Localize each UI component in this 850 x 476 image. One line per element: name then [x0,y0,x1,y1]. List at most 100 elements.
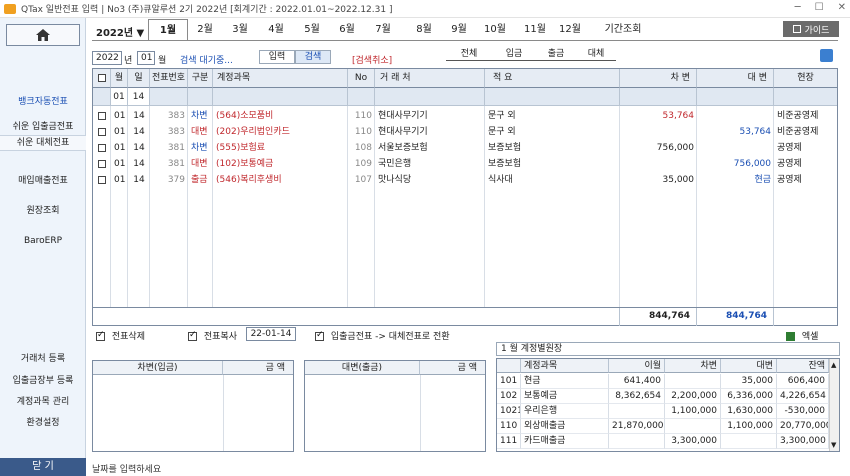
tab-month-8[interactable]: 8월 [409,19,439,41]
select-all-checkbox[interactable] [97,73,106,82]
row-checkbox[interactable] [98,127,106,136]
table-row[interactable]: 01 14 383 차변 (564)소모품비 110 현대사무기기 문구 외 5… [93,108,837,124]
input-mode-button[interactable]: 입력 [259,50,295,64]
close-window-button[interactable]: ✕ [838,2,846,13]
excel-button[interactable]: 엑셀 [786,329,818,342]
year-input[interactable]: 2022 [92,51,122,65]
guide-icon [792,25,801,33]
filter-all[interactable]: 전체 [452,46,486,59]
ledger-header-balance: 잔액 [777,359,829,373]
ledger-header-debit: 차변 [665,359,721,373]
row-checkbox[interactable] [98,111,106,120]
year-select[interactable]: 2022년 ▼ [96,24,144,39]
table-row[interactable]: 01 14 383 대변 (202)우리법인카드 110 현대사무기기 문구 외… [93,124,837,140]
sidebar-item-purchase-sales[interactable]: 매입매출전표 [0,173,86,186]
input-account-field[interactable] [213,88,348,106]
input-memo-field[interactable] [485,88,620,106]
input-voucher-field[interactable] [150,88,188,106]
header-select-all[interactable] [93,69,111,88]
ledger-scrollbar[interactable]: ▲ ▼ [829,359,839,451]
tab-month-7[interactable]: 7월 [368,19,398,41]
sidebar-item-easy-transfer[interactable]: 쉬운 대체전표 [0,135,86,151]
tab-month-12[interactable]: 12월 [553,19,587,41]
tab-month-4[interactable]: 4월 [261,19,291,41]
sidebar-item-account-mgmt[interactable]: 계정과목 관리 [0,394,86,407]
scroll-up-icon[interactable]: ▲ [831,361,836,369]
header-client-no: No [348,69,375,88]
home-button[interactable] [6,24,80,46]
maximize-button[interactable]: ☐ [815,2,824,13]
sidebar-item-settings[interactable]: 환경설정 [0,415,86,428]
filter-withdraw[interactable]: 출금 [539,46,573,59]
tab-month-5[interactable]: 5월 [297,19,327,41]
tab-month-6[interactable]: 6월 [332,19,362,41]
close-button[interactable]: 닫 기 [0,458,86,476]
table-row[interactable]: 01 14 381 대변 (102)보통예금 109 국민은행 보증보험 756… [93,156,837,172]
filter-deposit[interactable]: 입금 [497,46,531,59]
ledger-title: 1 월 계정별원장 [496,342,840,356]
tab-month-11[interactable]: 11월 [518,19,552,41]
input-debit-field[interactable] [620,88,697,106]
ledger-row[interactable]: 110 외상매출금 21,870,000 1,100,000 20,770,00… [497,419,829,434]
total-credit: 844,764 [726,311,767,321]
month-input[interactable]: 01 [137,51,155,65]
delete-voucher-checkbox[interactable] [96,330,105,341]
debit-amount-header: 금 액 [223,361,293,375]
ledger-row[interactable]: 1021 우리은행 1,100,000 1,630,000 -530,000 [497,404,829,419]
total-row: 844,764 844,764 [93,307,837,326]
tab-month-10[interactable]: 10월 [480,19,510,41]
sidebar [0,18,86,476]
filter-transfer[interactable]: 대체 [579,46,613,59]
sidebar-item-easy-cash[interactable]: 쉬운 입출금전표 [0,119,86,132]
row-checkbox[interactable] [98,143,106,152]
input-client-no-field[interactable] [348,88,375,106]
header-voucher-no: 전표번호 [150,69,188,88]
header-site: 현장 [774,69,837,88]
ledger-header-account: 계정과목 [521,359,609,373]
input-client-field[interactable] [375,88,485,106]
copy-voucher-checkbox[interactable] [188,330,197,341]
sidebar-item-baroerp[interactable]: BaroERP [0,236,86,246]
input-day-field[interactable]: 14 [128,88,150,106]
search-mode-button[interactable]: 검색 [295,50,331,64]
row-checkbox[interactable] [98,175,106,184]
header-month: 월 [111,69,128,88]
input-credit-field[interactable] [697,88,774,106]
delete-voucher-option[interactable]: 전표삭제 [96,329,145,342]
sidebar-item-client-reg[interactable]: 거래처 등록 [0,351,86,364]
title-bar: QTax 일반전표 입력 | No3 (주)큐알루션 2기 2022년 [회계기… [0,0,850,18]
copy-voucher-option[interactable]: 전표복사 [188,329,237,342]
tab-month-3[interactable]: 3월 [225,19,255,41]
ledger-row[interactable]: 101 현금 641,400 35,000 606,400 [497,374,829,389]
scroll-down-icon[interactable]: ▼ [831,441,836,449]
minimize-button[interactable]: ─ [795,2,801,13]
tab-period[interactable]: 기간조회 [598,19,648,41]
convert-checkbox[interactable] [315,330,324,341]
tab-month-2[interactable]: 2월 [190,19,220,41]
sidebar-item-ledger[interactable]: 원장조회 [0,203,86,216]
row-checkbox[interactable] [98,159,106,168]
sidebar-item-bank-auto[interactable]: 뱅크자동전표 [0,94,86,107]
copy-date-input[interactable]: 22-01-14 [246,327,296,341]
ledger-header-credit: 대변 [721,359,777,373]
table-row[interactable]: 01 14 379 출금 (546)복리후생비 107 맛나식당 식사대 35,… [93,172,837,188]
input-type-field[interactable] [188,88,213,106]
input-site-field[interactable] [774,88,837,106]
tab-month-1[interactable]: 1월 [148,19,188,41]
search-status: 검색 대기중... [180,56,233,66]
input-month-field[interactable]: 01 [111,88,128,106]
search-cancel-button[interactable]: [검색취소] [352,53,392,66]
table-row[interactable]: 01 14 381 차변 (555)보험료 108 서울보증보험 보증보험 75… [93,140,837,156]
tab-month-9[interactable]: 9월 [444,19,474,41]
refresh-icon[interactable] [820,49,833,62]
credit-entry-grid[interactable]: 대변(출금) 금 액 [304,360,486,452]
debit-entry-grid[interactable]: 차변(입금) 금 액 [92,360,294,452]
sidebar-item-cashbook-reg[interactable]: 입출금장부 등록 [0,373,86,386]
header-credit: 대 변 [697,69,774,88]
ledger-header-carry: 이월 [609,359,665,373]
ledger-row[interactable]: 111 카드매출금 3,300,000 3,300,000 [497,434,829,449]
convert-option[interactable]: 입출금전표 -> 대체전표로 전환 [315,329,450,342]
ledger-row[interactable]: 102 보통예금 8,362,654 2,200,000 6,336,000 4… [497,389,829,404]
guide-button[interactable]: 가이드 [783,21,839,37]
header-account: 계정과목 [213,69,348,88]
